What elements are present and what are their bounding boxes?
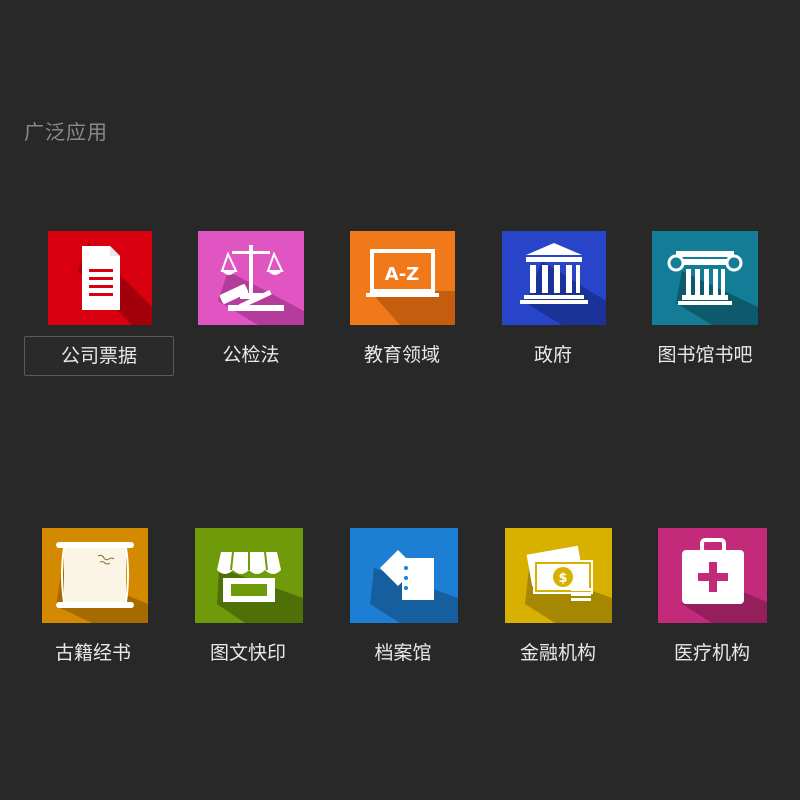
app-label: 图文快印	[209, 642, 286, 664]
app-label: 金融机构	[519, 642, 596, 664]
app-label: 图书馆书吧	[657, 344, 753, 366]
section-title: 广泛应用	[24, 120, 108, 144]
money-icon: $	[505, 528, 612, 623]
app-categories-page: 广泛应用 公司票据 公检法 A-Z 教育领域 政府 图书馆书吧 古籍经书 图文快…	[0, 0, 800, 800]
app-label: 教育领域	[363, 344, 440, 366]
app-label: 公司票据	[24, 336, 174, 376]
folder-document-icon	[350, 528, 458, 623]
svg-text:$: $	[558, 571, 567, 586]
medical-kit-icon	[658, 528, 767, 623]
app-label: 医疗机构	[673, 642, 750, 664]
app-label: 公检法	[222, 344, 280, 366]
ionic-column-icon	[652, 231, 758, 325]
document-icon	[48, 231, 152, 325]
scales-of-justice-icon	[198, 231, 304, 325]
scroll-icon	[42, 528, 148, 623]
app-label: 档案馆	[374, 642, 432, 664]
app-label: 政府	[533, 344, 572, 366]
storefront-icon	[195, 528, 303, 623]
government-building-icon	[502, 231, 606, 325]
svg-text:A-Z: A-Z	[385, 264, 419, 285]
app-label: 古籍经书	[54, 642, 131, 664]
chalkboard-az-icon: A-Z	[350, 231, 455, 325]
